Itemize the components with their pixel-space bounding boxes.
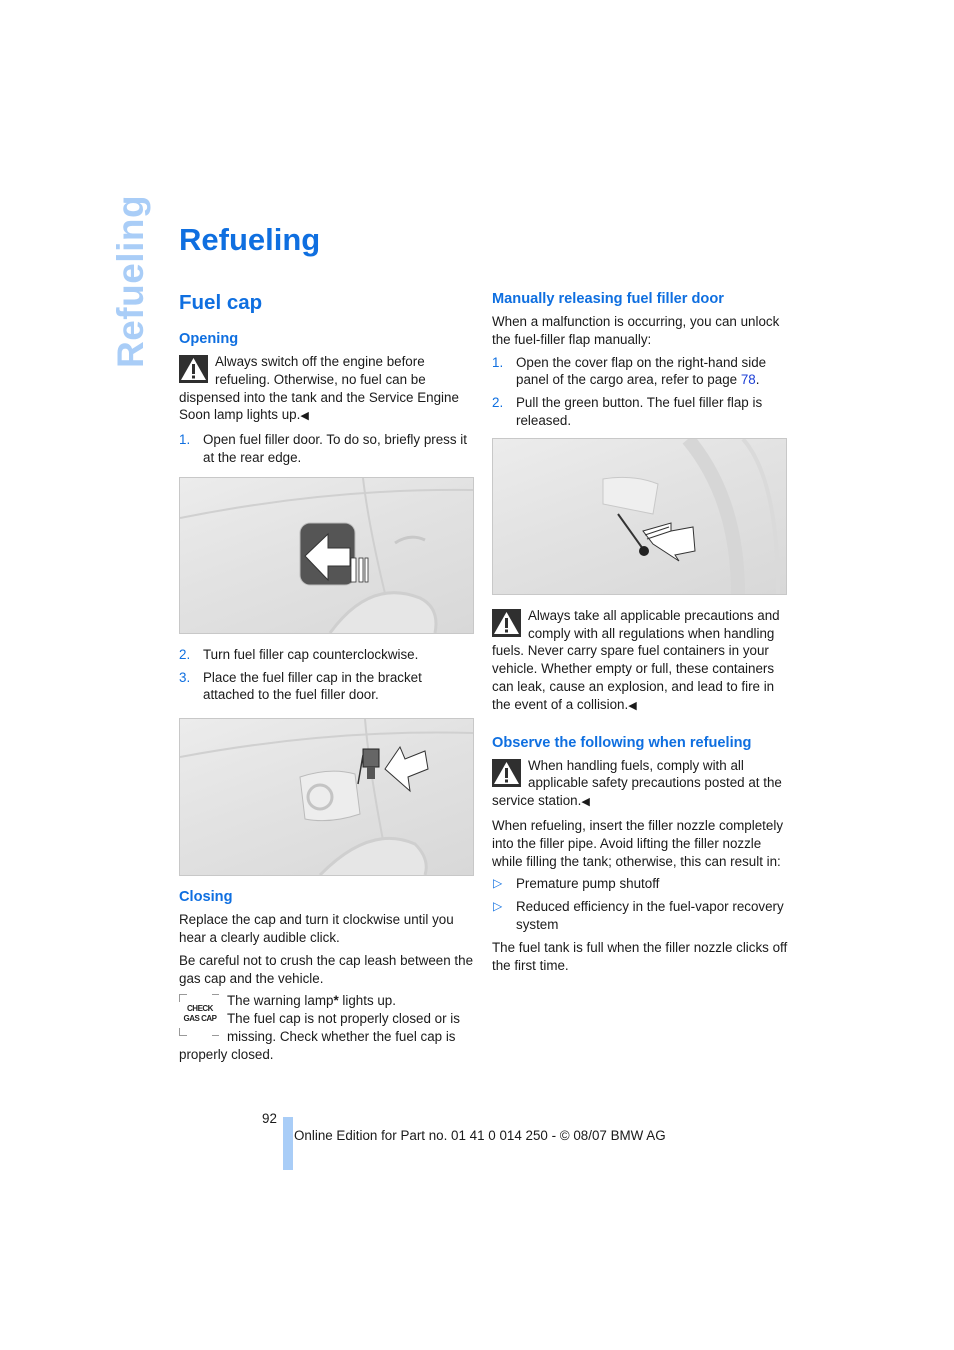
observe-closing: The fuel tank is full when the filler no…: [492, 939, 788, 973]
cap-steps: 2. Turn fuel filler cap counterclockwise.…: [179, 646, 475, 704]
manual-intro: When a malfunction is occurring, you can…: [492, 314, 780, 347]
closing-paragraph: Replace the cap and turn it clockwise un…: [179, 912, 454, 945]
list-item: 1. Open the cover flap on the right-hand …: [492, 354, 767, 388]
list-item: ▷ Premature pump shutoff: [493, 876, 660, 892]
footer-edition-text: Online Edition for Part no. 01 41 0 014 …: [294, 1128, 666, 1143]
left-column: Fuel cap Opening Always switch off the e…: [179, 290, 475, 1069]
illustration-open-fuel-door: [179, 476, 474, 634]
subsection-title-observe: Observe the following when refueling: [492, 734, 752, 751]
observe-paragraph: When refueling, insert the filler nozzle…: [492, 817, 784, 869]
opening-steps: 1. Open fuel filler door. To do so, brief…: [179, 431, 475, 467]
manual-steps: 1. Open the cover flap on the right-hand …: [492, 354, 788, 430]
list-item: 3. Place the fuel filler cap in the brack…: [179, 669, 422, 703]
warning-note: Always take all applicable precautions a…: [492, 607, 780, 712]
warning-note: When handling fuels, comply with all app…: [492, 757, 782, 809]
illustration-green-release-button: [492, 437, 787, 595]
check-gas-cap-note: CHECK GAS CAP The warning lamp* lights up…: [179, 993, 460, 1062]
end-mark-icon: ◀: [300, 410, 309, 423]
warning-note: Always switch off the engine before refu…: [179, 354, 459, 423]
triangle-bullet-icon: ▷: [493, 876, 503, 891]
observe-bullets: ▷ Premature pump shutoff ▷ Reduced efficie…: [492, 875, 788, 933]
list-item: 2. Turn fuel filler cap counterclockwise.: [179, 646, 419, 662]
subsection-title-opening: Opening: [179, 331, 239, 347]
list-item: 2. Pull the green button. The fuel filler…: [492, 395, 763, 428]
warning-icon: [492, 758, 521, 787]
right-column: Manually releasing fuel filler door When…: [492, 290, 788, 979]
triangle-bullet-icon: ▷: [493, 899, 503, 914]
side-chapter-tab: Refueling: [110, 194, 151, 368]
list-item: ▷ Reduced efficiency in the fuel-vapor re…: [493, 899, 784, 932]
page-title: Refueling: [179, 222, 321, 257]
list-item: 1. Open fuel filler door. To do so, brief…: [179, 432, 467, 465]
subsection-title-manual-release: Manually releasing fuel filler door: [492, 291, 724, 307]
page-number: 92: [262, 1111, 277, 1126]
warning-icon: [179, 355, 208, 383]
illustration-cap-bracket: [179, 718, 474, 877]
end-mark-icon: ◀: [628, 699, 637, 712]
check-gas-cap-lamp-icon: CHECK GAS CAP: [179, 994, 219, 1037]
closing-caution: Be careful not to crush the cap leash be…: [179, 952, 474, 986]
end-mark-icon: ◀: [581, 796, 590, 809]
footer-accent-bar: [283, 1117, 293, 1170]
subsection-title-closing: Closing: [179, 889, 233, 906]
section-title-fuel-cap: Fuel cap: [179, 291, 263, 314]
page-reference-link[interactable]: 78: [741, 372, 756, 387]
warning-icon: [492, 608, 521, 637]
